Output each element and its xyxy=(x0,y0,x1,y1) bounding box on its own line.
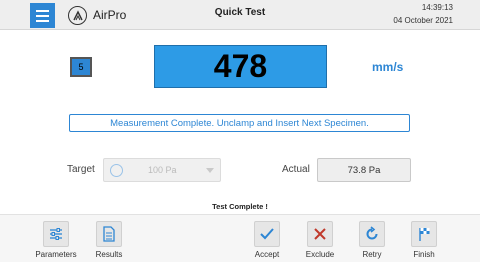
accept-label: Accept xyxy=(254,250,280,259)
target-pressure-select[interactable]: 100 Pa xyxy=(103,158,221,182)
app-window: AirPro Quick Test 14:39:13 04 October 20… xyxy=(0,0,480,262)
flag-icon xyxy=(411,221,437,247)
accept-button[interactable]: Accept xyxy=(242,221,292,261)
results-button[interactable]: Results xyxy=(84,221,134,261)
parameters-button[interactable]: Parameters xyxy=(31,221,81,261)
results-label: Results xyxy=(95,250,123,259)
header-bar: AirPro Quick Test 14:39:13 04 October 20… xyxy=(0,0,480,30)
exclude-label: Exclude xyxy=(305,250,335,259)
exclude-button[interactable]: Exclude xyxy=(295,221,345,261)
x-icon xyxy=(307,221,333,247)
finish-button[interactable]: Finish xyxy=(399,221,449,261)
specimen-index-badge: 5 xyxy=(70,57,92,77)
check-icon xyxy=(254,221,280,247)
test-status-text: Test Complete ! xyxy=(212,202,268,211)
status-message: Measurement Complete. Unclamp and Insert… xyxy=(69,114,410,132)
bottom-toolbar: Parameters Results Accept Exclude Retry … xyxy=(0,214,480,262)
chevron-down-icon xyxy=(206,168,214,173)
target-label: Target xyxy=(67,164,95,175)
target-pressure-value: 100 Pa xyxy=(148,165,177,175)
clock-time: 14:39:13 xyxy=(421,3,453,12)
target-gauge-icon xyxy=(110,164,123,177)
retry-label: Retry xyxy=(362,250,382,259)
menu-icon-bar xyxy=(36,19,49,22)
actual-label: Actual xyxy=(282,164,310,175)
measurement-unit: mm/s xyxy=(372,60,404,74)
clock-date: 04 October 2021 xyxy=(393,16,453,25)
retry-button[interactable]: Retry xyxy=(347,221,397,261)
parameters-label: Parameters xyxy=(35,250,77,259)
sliders-icon xyxy=(43,221,69,247)
retry-icon xyxy=(359,221,385,247)
actual-pressure-field: 73.8 Pa xyxy=(317,158,411,182)
document-icon xyxy=(96,221,122,247)
measurement-value: 478 xyxy=(154,45,327,88)
finish-label: Finish xyxy=(413,250,435,259)
